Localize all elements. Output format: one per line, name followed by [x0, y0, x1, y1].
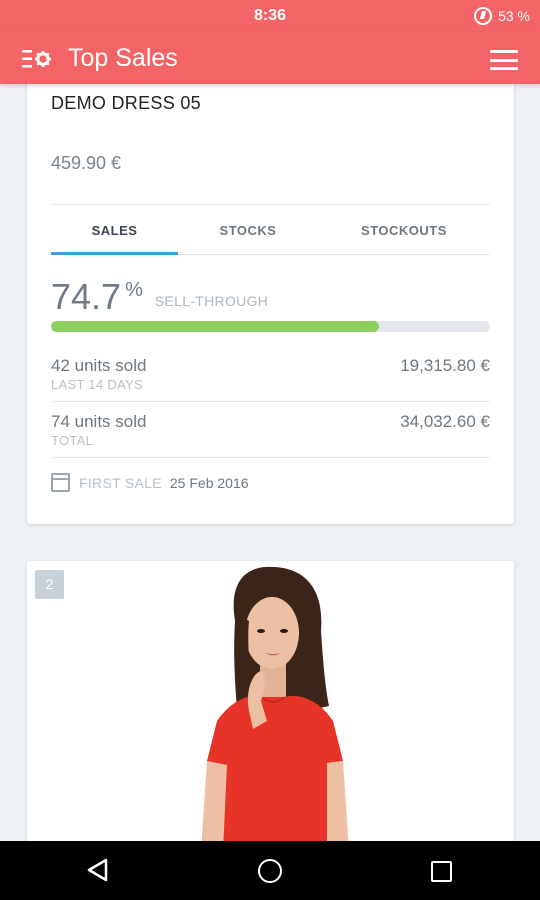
stat-row-last-14-days: 42 units sold LAST 14 DAYS 19,315.80 €	[51, 346, 490, 402]
stat-period: LAST 14 DAYS	[51, 377, 143, 392]
back-triangle-icon[interactable]	[85, 857, 109, 883]
product-card[interactable]: DEMO DRESS 05 459.90 € SALES STOCKS STOC…	[27, 60, 514, 524]
units-sold: 74 units sold	[51, 412, 147, 431]
home-circle-icon[interactable]	[258, 859, 282, 883]
first-sale-label: FIRST SALE	[79, 474, 162, 491]
product-price: 459.90 €	[51, 153, 122, 173]
sell-through-progress-bar	[51, 321, 490, 332]
status-bar: 8:36 53 %	[0, 0, 540, 32]
rank-badge: 2	[35, 570, 64, 599]
hamburger-menu-icon[interactable]	[490, 50, 518, 70]
app-bar: Top Sales	[0, 32, 540, 84]
status-indicators: 53 %	[474, 7, 530, 25]
sell-through-unit: %	[125, 279, 143, 301]
tab-stocks[interactable]: STOCKS	[178, 205, 318, 254]
sell-through-progress-fill	[51, 321, 379, 332]
tab-sales[interactable]: SALES	[51, 205, 178, 255]
app-title: Top Sales	[68, 44, 178, 72]
filter-settings-icon[interactable]	[22, 48, 52, 70]
battery-icon	[474, 7, 493, 25]
product-name: DEMO DRESS 05	[51, 93, 201, 113]
recent-apps-square-icon[interactable]	[431, 861, 452, 882]
sell-through-value: 74.7	[51, 276, 122, 317]
sell-through-label: SELL-THROUGH	[154, 293, 269, 309]
navigation-bar	[0, 841, 540, 900]
first-sale: FIRST SALE 25 Feb 2016	[51, 473, 249, 492]
stat-amount: 34,032.60 €	[400, 412, 490, 431]
battery-percent: 53 %	[498, 8, 530, 24]
tab-stockouts[interactable]: STOCKOUTS	[318, 205, 490, 254]
status-time: 8:36	[253, 7, 287, 24]
stat-period: TOTAL	[51, 433, 94, 448]
stat-amount: 19,315.80 €	[400, 356, 490, 375]
product-image	[201, 566, 349, 851]
units-sold: 42 units sold	[51, 356, 147, 375]
sell-through-metric: 74.7 % SELL-THROUGH	[51, 277, 268, 317]
tab-bar: SALES STOCKS STOCKOUTS	[51, 204, 490, 255]
calendar-icon	[51, 473, 70, 492]
product-card-2[interactable]: 2	[27, 561, 514, 851]
stat-row-total: 74 units sold TOTAL 34,032.60 €	[51, 402, 490, 458]
first-sale-date: 25 Feb 2016	[169, 474, 249, 491]
